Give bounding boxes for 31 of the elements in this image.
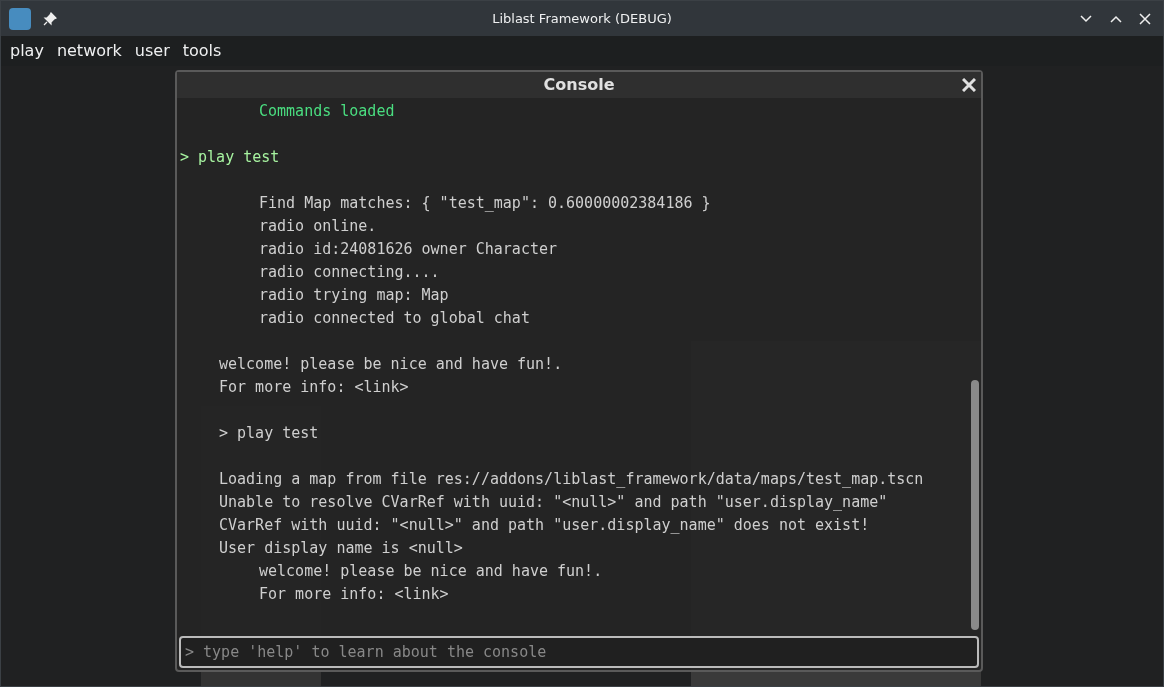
- log-line: welcome! please be nice and have fun!.: [258, 561, 604, 582]
- log-line: Find Map matches: { "test_map": 0.60000002384186 }: [258, 193, 712, 214]
- log-line: radio connecting....: [258, 262, 441, 283]
- console-title: Console: [543, 74, 615, 96]
- close-icon[interactable]: [1139, 12, 1151, 25]
- menu-item[interactable]: network: [56, 39, 122, 63]
- command-input-field[interactable]: > type 'help' to learn about the console: [179, 636, 979, 668]
- log-line: radio connected to global chat: [258, 308, 531, 329]
- log-line: > play test: [218, 423, 320, 444]
- window-title: Liblast Framework (DEBUG): [492, 9, 672, 28]
- log-line: welcome! please be nice and have fun!.: [218, 354, 564, 375]
- log-line: For more info: <link>: [258, 584, 450, 605]
- log-line: radio online.: [258, 216, 378, 237]
- pin-icon[interactable]: [43, 11, 57, 26]
- log-line: Unable to resolve CVarRef with uuid: "<null>" and path "user.display_name": [218, 492, 889, 513]
- log-line: > play test: [179, 147, 281, 168]
- menu-item[interactable]: tools: [182, 39, 222, 63]
- menu-item[interactable]: play: [10, 39, 44, 63]
- log-line: CVarRef with uuid: "<null>" and path "user.display_name" does not exist!: [218, 515, 871, 536]
- log-line: radio trying map: Map: [258, 285, 450, 306]
- log-line: radio id:24081626 owner Character: [258, 239, 558, 260]
- log-line: Loading a map from file res://addons/liblast_framework/data/maps/test_map.tscn: [218, 469, 925, 490]
- log-line: For more info: <link>: [218, 377, 410, 398]
- app-icon: [9, 7, 31, 30]
- log-line: User display name is <null>: [218, 538, 464, 559]
- log-line: Commands loaded: [258, 101, 396, 122]
- minimize-icon[interactable]: [1079, 13, 1093, 24]
- scrollbar[interactable]: [971, 380, 979, 630]
- maximize-icon[interactable]: [1109, 13, 1123, 24]
- close-icon[interactable]: [962, 78, 976, 92]
- menu-item[interactable]: user: [134, 39, 170, 63]
